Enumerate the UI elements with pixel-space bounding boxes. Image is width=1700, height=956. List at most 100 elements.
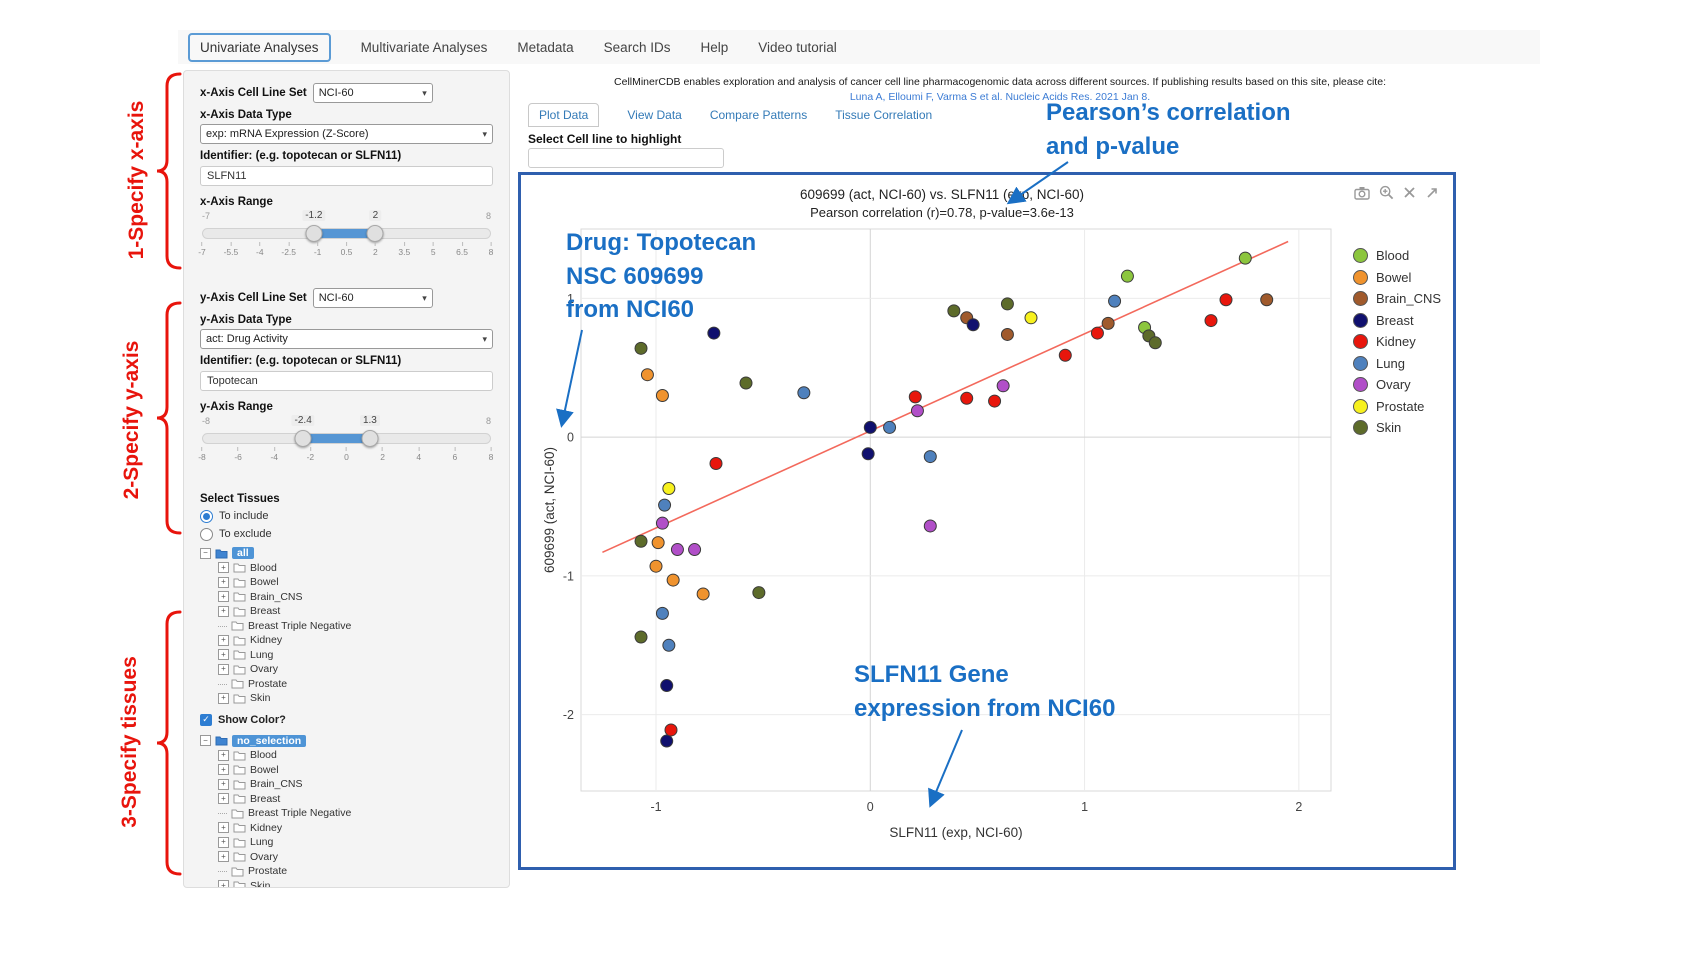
data-point-bowel[interactable] [652, 537, 664, 549]
legend-item-blood[interactable]: Blood [1353, 245, 1453, 267]
data-point-prostate[interactable] [1025, 312, 1037, 324]
expand-icon[interactable]: + [218, 880, 229, 888]
slider-handle-to[interactable] [361, 430, 378, 447]
collapse-icon[interactable]: − [200, 735, 211, 746]
slider-handle-from[interactable] [306, 225, 323, 242]
radio-to-exclude[interactable]: To exclude [200, 526, 493, 542]
tree-item-lung[interactable]: +Lung [200, 648, 493, 663]
data-point-kidney[interactable] [1205, 315, 1217, 327]
expand-icon[interactable]: + [218, 562, 229, 573]
expand-icon[interactable]: + [218, 851, 229, 862]
data-point-kidney[interactable] [989, 395, 1001, 407]
data-point-bowel[interactable] [656, 390, 668, 402]
tree-item-kidney[interactable]: +Kidney [200, 633, 493, 648]
data-point-lung[interactable] [663, 639, 675, 651]
data-point-lung[interactable] [884, 421, 896, 433]
tree-item-bowel[interactable]: +Bowel [200, 763, 493, 778]
data-point-skin[interactable] [635, 342, 647, 354]
data-point-skin[interactable] [635, 535, 647, 547]
expand-icon[interactable]: + [218, 822, 229, 833]
tree-item-prostate[interactable]: Prostate [200, 677, 493, 692]
data-point-lung[interactable] [798, 387, 810, 399]
data-point-kidney[interactable] [665, 724, 677, 736]
data-point-ovary[interactable] [671, 544, 683, 556]
slider-handle-to[interactable] [367, 225, 384, 242]
expand-icon[interactable]: + [218, 591, 229, 602]
expand-icon[interactable]: + [218, 649, 229, 660]
expand-icon[interactable]: + [218, 837, 229, 848]
data-point-skin[interactable] [740, 377, 752, 389]
legend-item-brain-cns[interactable]: Brain_CNS [1353, 288, 1453, 310]
data-point-breast[interactable] [967, 319, 979, 331]
expand-icon[interactable]: + [218, 793, 229, 804]
y-data-type-select[interactable]: act: Drug Activity ▾ [200, 329, 493, 349]
x-data-type-select[interactable]: exp: mRNA Expression (Z-Score) ▾ [200, 124, 493, 144]
nav-tab-univariate-analyses[interactable]: Univariate Analyses [188, 33, 331, 62]
nav-tab-help[interactable]: Help [700, 40, 728, 55]
data-point-kidney[interactable] [1220, 294, 1232, 306]
tree-item-breast[interactable]: +Breast [200, 792, 493, 807]
data-point-skin[interactable] [753, 587, 765, 599]
slider-handle-from[interactable] [295, 430, 312, 447]
data-point-breast[interactable] [708, 327, 720, 339]
tree-item-breast-triple-negative[interactable]: Breast Triple Negative [200, 806, 493, 821]
tree-item-bowel[interactable]: +Bowel [200, 575, 493, 590]
expand-icon[interactable]: + [218, 577, 229, 588]
data-point-bowel[interactable] [667, 574, 679, 586]
data-point-kidney[interactable] [1091, 327, 1103, 339]
legend-item-bowel[interactable]: Bowel [1353, 267, 1453, 289]
data-point-lung[interactable] [1109, 295, 1121, 307]
expand-icon[interactable]: + [218, 664, 229, 675]
data-point-bowel[interactable] [650, 560, 662, 572]
data-point-kidney[interactable] [710, 458, 722, 470]
data-point-ovary[interactable] [924, 520, 936, 532]
slider-track[interactable] [202, 228, 491, 239]
data-point-breast[interactable] [661, 680, 673, 692]
data-point-breast[interactable] [862, 448, 874, 460]
tree-root-no-selection[interactable]: −no_selection [200, 734, 493, 749]
legend-item-skin[interactable]: Skin [1353, 417, 1453, 439]
x-identifier-input[interactable] [200, 166, 493, 186]
data-point-blood[interactable] [1239, 252, 1251, 264]
tree-item-ovary[interactable]: +Ovary [200, 662, 493, 677]
nav-tab-search-ids[interactable]: Search IDs [604, 40, 671, 55]
tree-item-kidney[interactable]: +Kidney [200, 821, 493, 836]
x-cell-line-set-select[interactable]: NCI-60 ▾ [313, 83, 433, 103]
expand-icon[interactable]: + [218, 606, 229, 617]
collapse-icon[interactable]: − [200, 548, 211, 559]
nav-tab-metadata[interactable]: Metadata [517, 40, 573, 55]
x-range-slider[interactable]: -78-1.22-7-5.5-4-2.5-10.523.556.58 [202, 222, 491, 278]
data-point-kidney[interactable] [961, 392, 973, 404]
data-point-kidney[interactable] [909, 391, 921, 403]
data-point-lung[interactable] [659, 499, 671, 511]
tree-item-ovary[interactable]: +Ovary [200, 850, 493, 865]
tree-item-skin[interactable]: +Skin [200, 879, 493, 889]
data-point-bowel[interactable] [641, 369, 653, 381]
data-point-ovary[interactable] [911, 405, 923, 417]
data-point-skin[interactable] [1149, 337, 1161, 349]
data-point-lung[interactable] [656, 607, 668, 619]
expand-icon[interactable] [1425, 186, 1439, 200]
data-point-blood[interactable] [1121, 270, 1133, 282]
tab-tissue-correlation[interactable]: Tissue Correlation [835, 108, 932, 122]
legend-item-prostate[interactable]: Prostate [1353, 396, 1453, 418]
tree-item-prostate[interactable]: Prostate [200, 864, 493, 879]
legend-item-ovary[interactable]: Ovary [1353, 374, 1453, 396]
data-point-brain-cns[interactable] [1261, 294, 1273, 306]
y-cell-line-set-select[interactable]: NCI-60 ▾ [313, 288, 433, 308]
tab-view-data[interactable]: View Data [627, 108, 681, 122]
tree-item-skin[interactable]: +Skin [200, 691, 493, 706]
tree-item-brain-cns[interactable]: +Brain_CNS [200, 590, 493, 605]
data-point-breast[interactable] [864, 421, 876, 433]
data-point-breast[interactable] [661, 735, 673, 747]
tree-root-all[interactable]: −all [200, 546, 493, 561]
data-point-prostate[interactable] [663, 482, 675, 494]
data-point-lung[interactable] [924, 451, 936, 463]
tree-item-blood[interactable]: +Blood [200, 748, 493, 763]
nav-tab-multivariate-analyses[interactable]: Multivariate Analyses [361, 40, 488, 55]
tree-item-blood[interactable]: +Blood [200, 561, 493, 576]
expand-icon[interactable]: + [218, 750, 229, 761]
slider-track[interactable] [202, 433, 491, 444]
radio-to-include[interactable]: To include [200, 508, 493, 524]
data-point-kidney[interactable] [1059, 349, 1071, 361]
